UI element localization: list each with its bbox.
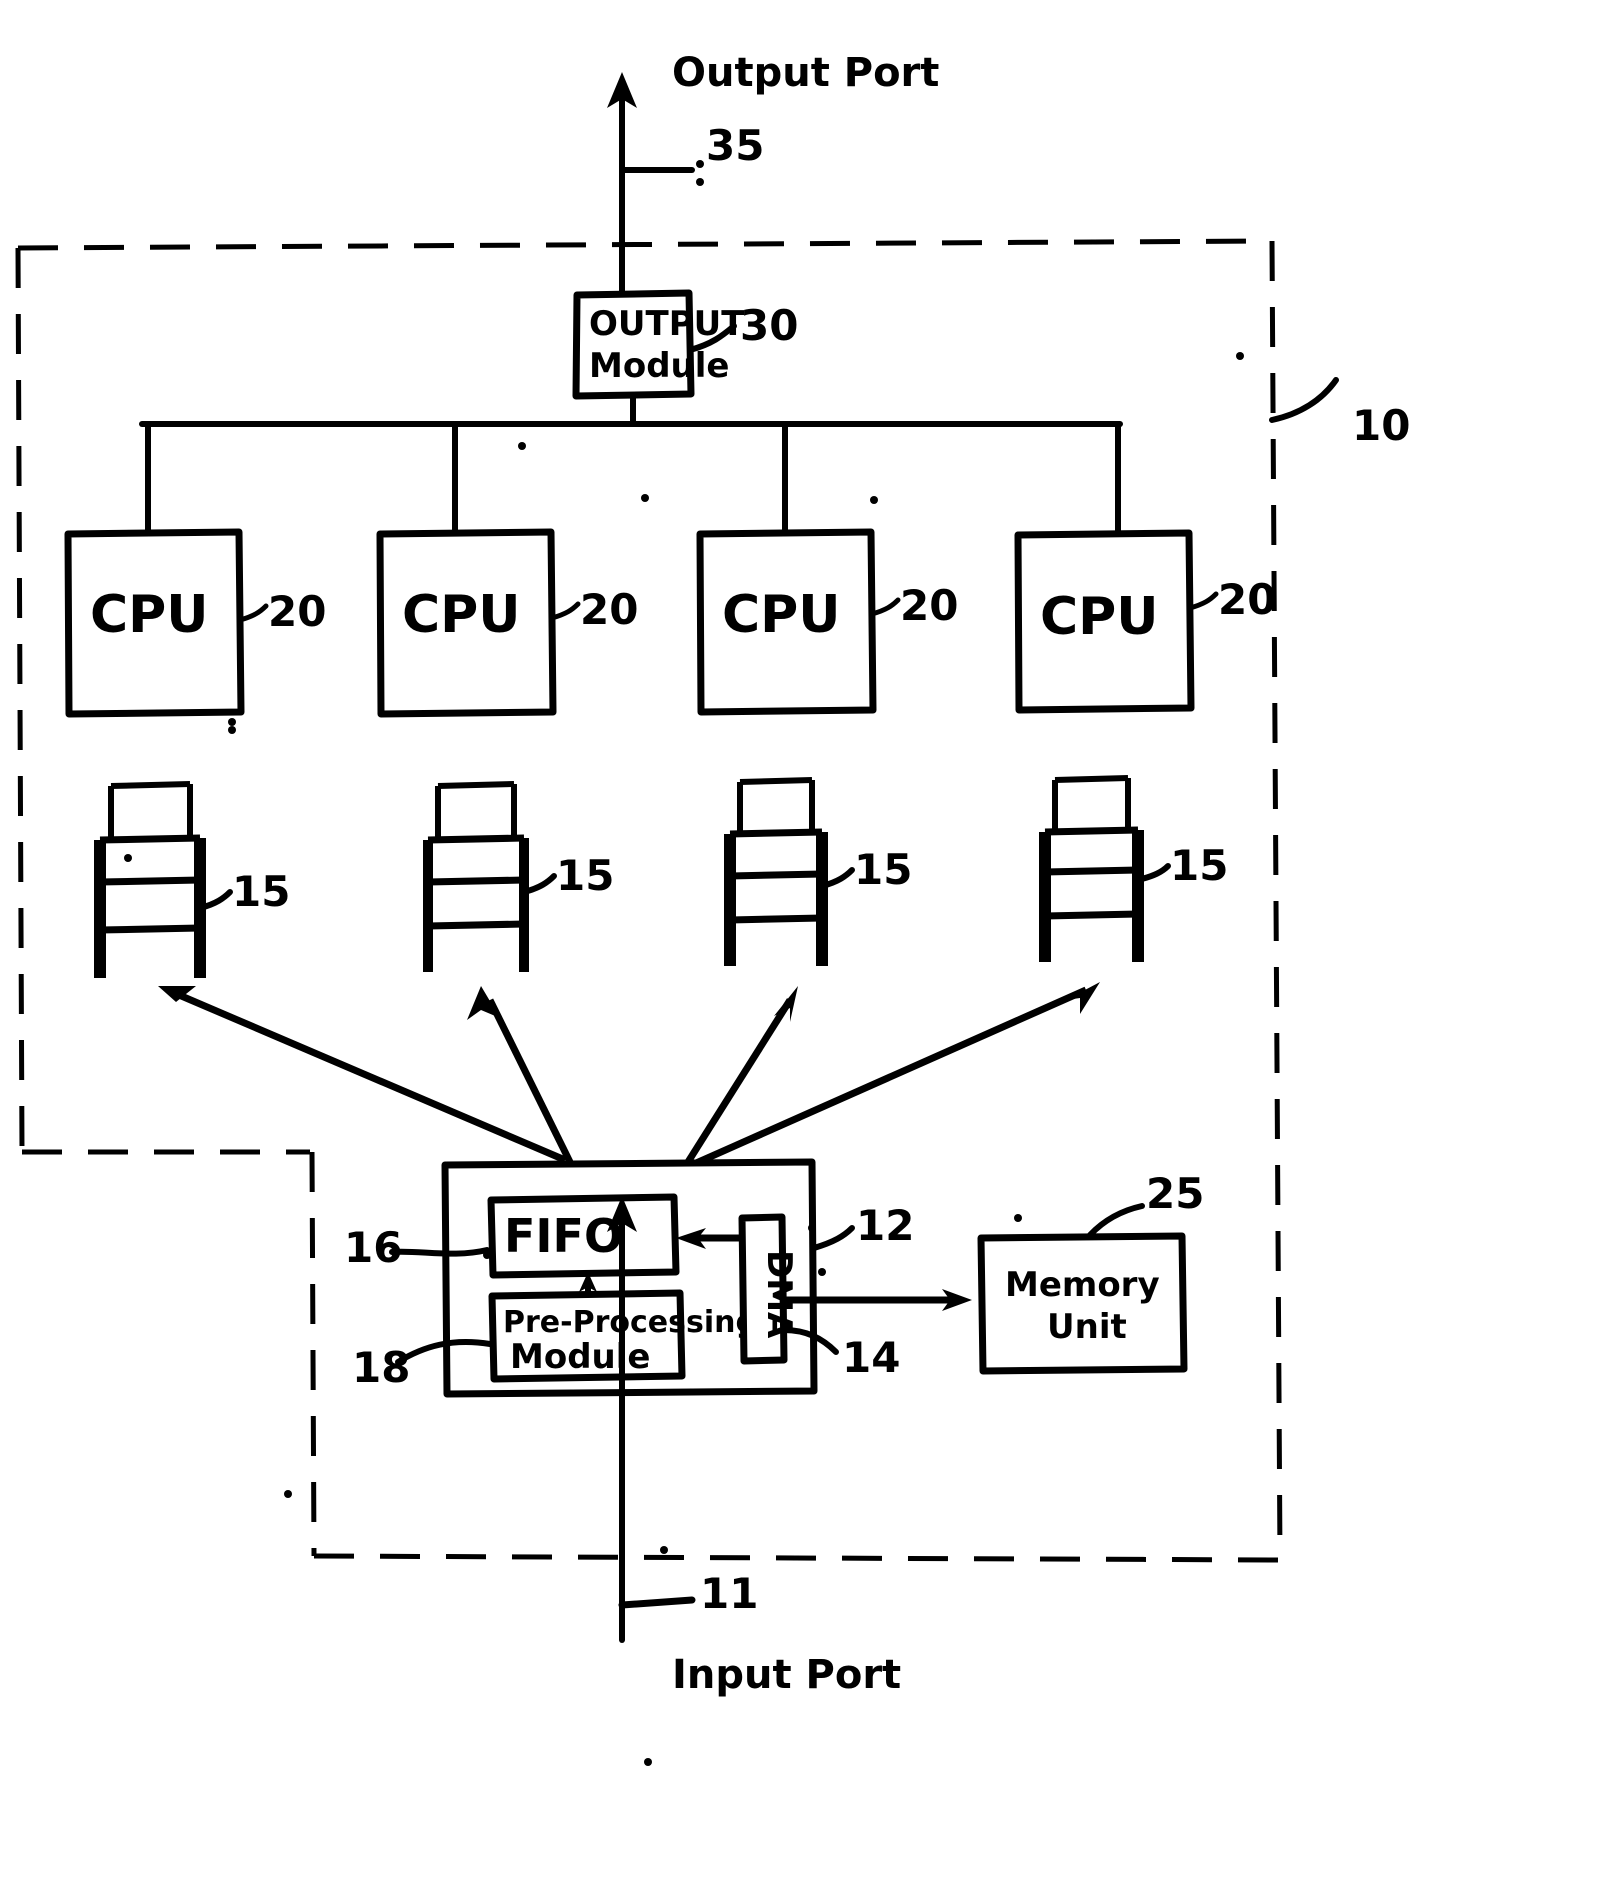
queue-symbol-3 xyxy=(724,777,855,966)
ref-label-12: 12 xyxy=(856,1201,914,1250)
figure-canvas: 10 Output Port 35 OUTPUT Module 30 CPU 2… xyxy=(0,0,1618,1886)
memory-unit-label-line1: Memory xyxy=(1005,1265,1160,1305)
ref-label-15-1: 15 xyxy=(232,867,290,916)
cpu-label-1: CPU xyxy=(90,585,209,645)
ref-label-15-3: 15 xyxy=(854,845,912,894)
input-port-label: Input Port xyxy=(672,1652,901,1698)
patent-figure-svg: 10 Output Port 35 OUTPUT Module 30 CPU 2… xyxy=(15,50,1410,1766)
queue-symbol-1 xyxy=(94,781,233,978)
ref-label-20-2: 20 xyxy=(580,585,638,634)
ref-label-30: 30 xyxy=(740,301,798,350)
ref-leader-20-3 xyxy=(869,597,901,617)
queue-symbol-2 xyxy=(423,781,557,972)
ref-label-18: 18 xyxy=(352,1343,410,1392)
fifo-label: FIFO xyxy=(504,1209,623,1263)
ref-leader-20-1 xyxy=(237,603,269,623)
dma-label: DMA xyxy=(759,1250,799,1339)
ref-label-35: 35 xyxy=(706,121,764,170)
ref-label-16: 16 xyxy=(344,1223,402,1272)
ref-leader-20-2 xyxy=(549,601,581,621)
ref-leader-20-4 xyxy=(1187,591,1219,611)
cpu-label-4: CPU xyxy=(1040,587,1159,647)
output-port-label: Output Port xyxy=(672,50,939,96)
ref-label-15-2: 15 xyxy=(556,851,614,900)
dispatch-arrows xyxy=(158,982,1100,1168)
cpu-bus xyxy=(139,396,1123,734)
preprocessing-label-line2: Module xyxy=(510,1337,650,1377)
ref-label-14: 14 xyxy=(842,1333,900,1382)
memory-unit-label-line2: Unit xyxy=(1047,1307,1127,1347)
ref-label-20-4: 20 xyxy=(1218,575,1276,624)
ref-label-15-4: 15 xyxy=(1170,841,1228,890)
ref-label-20-3: 20 xyxy=(900,581,958,630)
ref-leader-25 xyxy=(1087,1203,1145,1238)
ref-label-10: 10 xyxy=(1352,401,1410,450)
ref-label-11: 11 xyxy=(700,1569,758,1618)
ref-leader-12 xyxy=(811,1225,855,1251)
ref-label-25: 25 xyxy=(1146,1169,1204,1218)
cpu-label-3: CPU xyxy=(722,585,841,645)
cpu-label-2: CPU xyxy=(402,585,521,645)
ref-leader-10 xyxy=(1269,377,1339,423)
queue-symbol-4 xyxy=(1039,775,1171,962)
preprocessing-label-line1: Pre-Processing xyxy=(503,1305,757,1340)
ref-label-20-1: 20 xyxy=(268,587,326,636)
output-port-arrow xyxy=(607,72,704,303)
output-module-label-line2: Module xyxy=(589,346,729,386)
